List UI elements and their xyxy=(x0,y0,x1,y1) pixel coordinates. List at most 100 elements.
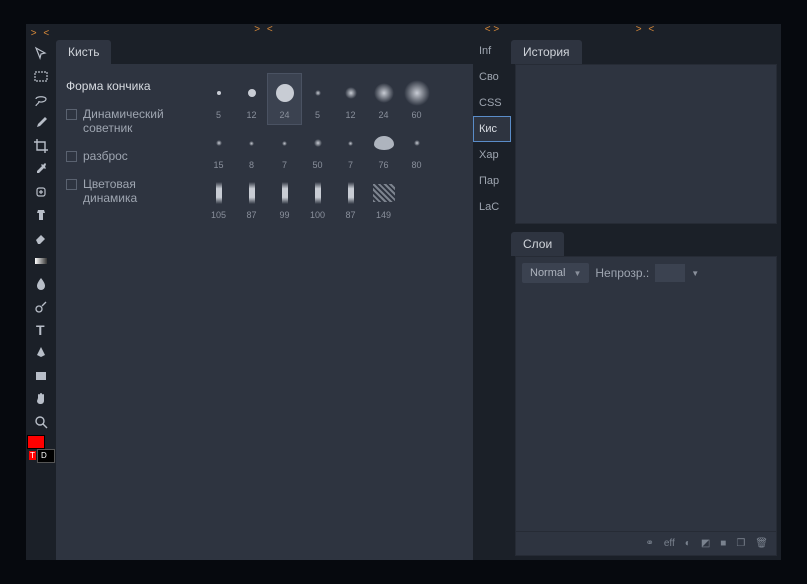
brush-size-label: 50 xyxy=(312,160,322,170)
brush-preset[interactable]: 87 xyxy=(235,174,268,224)
mid-tab-хар[interactable]: Хар xyxy=(473,142,511,168)
opt-tip-shape[interactable]: Форма кончика xyxy=(62,72,190,100)
brush-size-label: 99 xyxy=(279,210,289,220)
brush-preset[interactable]: 60 xyxy=(400,74,433,124)
chevron-down-icon[interactable]: ▼ xyxy=(691,269,699,278)
eyedropper-tool[interactable] xyxy=(28,157,54,180)
foreground-color[interactable] xyxy=(27,435,45,449)
mid-tab-strip: < > InfСвоCSSКисХарПарLaC xyxy=(473,24,511,560)
history-body xyxy=(515,64,777,224)
brush-preset[interactable]: 105 xyxy=(202,174,235,224)
right-collapse[interactable]: > < xyxy=(511,24,781,38)
mid-tab-inf[interactable]: Inf xyxy=(473,38,511,64)
brush-preset[interactable]: 8 xyxy=(235,124,268,174)
brush-panel: > < Кисть Форма кончика Динамический сов… xyxy=(56,24,473,560)
mid-tab-сво[interactable]: Сво xyxy=(473,64,511,90)
brush-preset[interactable]: 50 xyxy=(301,124,334,174)
checkbox-icon[interactable] xyxy=(66,109,77,120)
text-tool[interactable]: T xyxy=(28,318,54,341)
hand-tool[interactable] xyxy=(28,387,54,410)
opacity-input[interactable] xyxy=(655,264,685,282)
dodge-tool[interactable] xyxy=(28,295,54,318)
brush-preset[interactable]: 24 xyxy=(268,74,301,124)
brush-preset[interactable]: 100 xyxy=(301,174,334,224)
crop-tool[interactable] xyxy=(28,134,54,157)
brush-preset[interactable]: 99 xyxy=(268,174,301,224)
svg-text:T: T xyxy=(36,322,45,338)
brush-preset[interactable]: 12 xyxy=(235,74,268,124)
mid-collapse[interactable]: < > xyxy=(473,24,511,38)
brush-tool[interactable] xyxy=(28,111,54,134)
opacity-label: Непрозр.: xyxy=(595,266,649,280)
brush-size-label: 12 xyxy=(246,110,256,120)
mid-tab-lac[interactable]: LaC xyxy=(473,194,511,220)
link-layers-icon[interactable]: ⚭ xyxy=(645,538,653,549)
brush-preset[interactable]: 5 xyxy=(202,74,235,124)
blend-mode-select[interactable]: Normal▼ xyxy=(522,263,589,283)
marquee-tool[interactable] xyxy=(28,65,54,88)
checkbox-icon[interactable] xyxy=(66,179,77,190)
brush-preset-grid: 51224512246015875077680105879910087149 xyxy=(196,64,473,560)
new-layer-icon[interactable]: ❐ xyxy=(736,538,745,549)
eraser-tool[interactable] xyxy=(28,226,54,249)
brush-size-label: 7 xyxy=(282,160,287,170)
history-tab-row: История xyxy=(511,38,781,64)
brush-size-label: 7 xyxy=(348,160,353,170)
layer-list xyxy=(516,289,776,531)
heal-tool[interactable] xyxy=(28,180,54,203)
gradient-tool[interactable] xyxy=(28,249,54,272)
brush-preset[interactable]: 80 xyxy=(400,124,433,174)
clone-tool[interactable] xyxy=(28,203,54,226)
tab-history[interactable]: История xyxy=(511,40,582,64)
brush-preset[interactable]: 7 xyxy=(268,124,301,174)
brush-preset[interactable]: 7 xyxy=(334,124,367,174)
brush-preset[interactable]: 15 xyxy=(202,124,235,174)
right-panels: > < История Слои Normal▼ Непрозр.: ▼ ⚭ e… xyxy=(511,24,781,560)
brush-preset[interactable]: 5 xyxy=(301,74,334,124)
color-swatches[interactable]: T D xyxy=(27,435,55,463)
brush-size-label: 87 xyxy=(246,210,256,220)
swatch-d-label: D xyxy=(41,451,47,460)
lasso-tool[interactable] xyxy=(28,88,54,111)
mid-tab-css[interactable]: CSS xyxy=(473,90,511,116)
tab-brush[interactable]: Кисть xyxy=(56,40,111,64)
brush-preset[interactable]: 12 xyxy=(334,74,367,124)
brush-size-label: 76 xyxy=(378,160,388,170)
brush-size-label: 100 xyxy=(310,210,325,220)
opt-dynamic-advisor[interactable]: Динамический советник xyxy=(62,100,190,142)
blur-tool[interactable] xyxy=(28,272,54,295)
folder-icon[interactable]: ■ xyxy=(720,538,726,549)
layer-mask-icon[interactable]: ◐ xyxy=(685,538,691,549)
brush-panel-collapse[interactable]: > < xyxy=(56,24,473,38)
mid-tab-пар[interactable]: Пар xyxy=(473,168,511,194)
opt-scatter[interactable]: разброс xyxy=(62,142,190,170)
brush-size-label: 24 xyxy=(378,110,388,120)
tool-palette: > < T T D xyxy=(26,24,56,560)
trash-icon[interactable]: 🗑 xyxy=(755,538,768,549)
checkbox-icon[interactable] xyxy=(66,151,77,162)
move-tool[interactable] xyxy=(28,42,54,65)
pen-tool[interactable] xyxy=(28,341,54,364)
brush-size-label: 105 xyxy=(211,210,226,220)
chevron-down-icon: ▼ xyxy=(573,269,581,278)
brush-tab-row: Кисть xyxy=(56,38,473,64)
toolbar-collapse[interactable]: > < xyxy=(26,28,56,42)
brush-size-label: 5 xyxy=(216,110,221,120)
layer-effects-button[interactable]: eff xyxy=(664,538,675,549)
brush-size-label: 24 xyxy=(279,110,289,120)
brush-options-list: Форма кончика Динамический советник разб… xyxy=(56,64,196,560)
zoom-tool[interactable] xyxy=(28,410,54,433)
brush-preset[interactable]: 87 xyxy=(334,174,367,224)
brush-preset[interactable]: 24 xyxy=(367,74,400,124)
brush-preset[interactable]: 76 xyxy=(367,124,400,174)
brush-preset[interactable]: 149 xyxy=(367,174,400,224)
brush-size-label: 8 xyxy=(249,160,254,170)
mid-tab-кис[interactable]: Кис xyxy=(473,116,511,142)
shape-tool[interactable] xyxy=(28,364,54,387)
layers-body: Normal▼ Непрозр.: ▼ ⚭ eff ◐ ◩ ■ ❐ 🗑 xyxy=(515,256,777,556)
brush-size-label: 12 xyxy=(345,110,355,120)
tab-layers[interactable]: Слои xyxy=(511,232,564,256)
opt-color-dynamics[interactable]: Цветовая динамика xyxy=(62,170,190,212)
adjustment-layer-icon[interactable]: ◩ xyxy=(701,538,710,549)
layer-footer: ⚭ eff ◐ ◩ ■ ❐ 🗑 xyxy=(516,531,776,555)
